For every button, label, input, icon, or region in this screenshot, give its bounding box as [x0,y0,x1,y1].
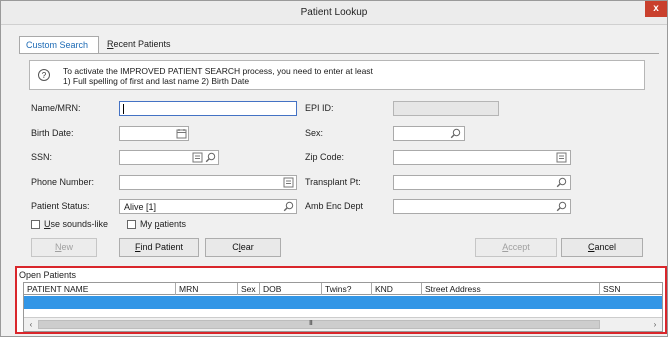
info-text: To activate the IMPROVED PATIENT SEARCH … [63,66,373,86]
column-header[interactable]: KND [372,283,422,295]
patient-status-label: Patient Status: [31,201,90,211]
search-icon[interactable] [556,177,567,188]
cancel-button[interactable]: Cancel [561,238,643,257]
tab-custom-search[interactable]: Custom Search [19,36,99,53]
ssn-label: SSN: [31,152,53,162]
clear-button[interactable]: Clear [205,238,281,257]
calendar-icon[interactable] [176,128,187,139]
amb-enc-dept-label: Amb Enc Dept [305,201,364,211]
find-patient-button[interactable]: Find Patient [119,238,199,257]
amb-enc-dept-input[interactable] [393,199,571,214]
window-title: Patient Lookup [300,7,368,18]
name-mrn-input[interactable] [119,101,297,116]
search-icon[interactable] [205,152,216,163]
epi-id-label: EPI ID: [305,103,334,113]
info-message: ? To activate the IMPROVED PATIENT SEARC… [29,60,645,90]
list-icon[interactable] [283,177,294,188]
horizontal-scrollbar[interactable]: ‹ III › [24,317,662,331]
open-patients-label: Open Patients [19,270,77,280]
birth-date-label: Birth Date: [31,128,74,138]
sex-label: Sex: [305,128,324,138]
accept-button[interactable]: Accept [475,238,557,257]
open-patients-section: Open Patients PATIENT NAME MRN Sex DOB T… [15,266,667,334]
column-header[interactable]: PATIENT NAME [24,283,176,295]
selected-row[interactable] [24,296,662,309]
search-icon[interactable] [556,201,567,212]
patient-status-value: Alive [1] [124,202,157,212]
patient-lookup-window: Patient Lookup x Custom Search Recent Pa… [0,0,668,337]
question-icon: ? [38,69,50,81]
phone-input[interactable] [119,175,297,190]
zip-input[interactable] [393,150,571,165]
sex-input[interactable] [393,126,465,141]
scroll-thumb[interactable]: III [38,320,600,329]
scroll-right-icon[interactable]: › [649,319,661,330]
transplant-label: Transplant Pt: [305,177,361,187]
tab-recent-patients-label: ecent Patients [113,39,171,49]
ssn-input[interactable] [119,150,219,165]
tab-recent-patients[interactable]: Recent Patients [101,36,191,53]
scroll-left-icon[interactable]: ‹ [25,319,37,330]
title-bar: Patient Lookup x [1,1,667,25]
column-header[interactable]: MRN [176,283,238,295]
patient-status-input[interactable]: Alive [1] [119,199,297,214]
column-header[interactable]: DOB [260,283,322,295]
transplant-input[interactable] [393,175,571,190]
info-line-1: To activate the IMPROVED PATIENT SEARCH … [63,66,373,76]
open-patients-grid[interactable]: PATIENT NAME MRN Sex DOB Twins? KND Stre… [23,282,663,332]
info-line-2: 1) Full spelling of first and last name … [63,76,250,86]
text-caret [123,104,124,114]
sounds-like-box[interactable] [31,220,40,229]
grid-header: PATIENT NAME MRN Sex DOB Twins? KND Stre… [24,283,662,295]
custom-search-panel: ? To activate the IMPROVED PATIENT SEARC… [19,53,659,263]
column-header[interactable]: SSN [600,283,662,295]
epi-id-input [393,101,499,116]
phone-label: Phone Number: [31,177,95,187]
my-patients-label: My patients [140,219,187,229]
list-icon[interactable] [556,152,567,163]
close-button[interactable]: x [645,1,667,17]
my-patients-box[interactable] [127,220,136,229]
list-icon[interactable] [192,152,203,163]
scroll-grip: III [309,320,313,327]
search-icon[interactable] [283,201,294,212]
tab-custom-search-label: Custom Search [26,40,89,50]
sounds-like-label: Use sounds-like [44,219,109,229]
column-header[interactable]: Twins? [322,283,372,295]
birth-date-input[interactable] [119,126,189,141]
zip-label: Zip Code: [305,152,345,162]
column-header[interactable]: Street Address [422,283,600,295]
column-header[interactable]: Sex [238,283,260,295]
new-button[interactable]: New [31,238,97,257]
search-icon[interactable] [450,128,461,139]
name-mrn-label: Name/MRN: [31,103,81,113]
